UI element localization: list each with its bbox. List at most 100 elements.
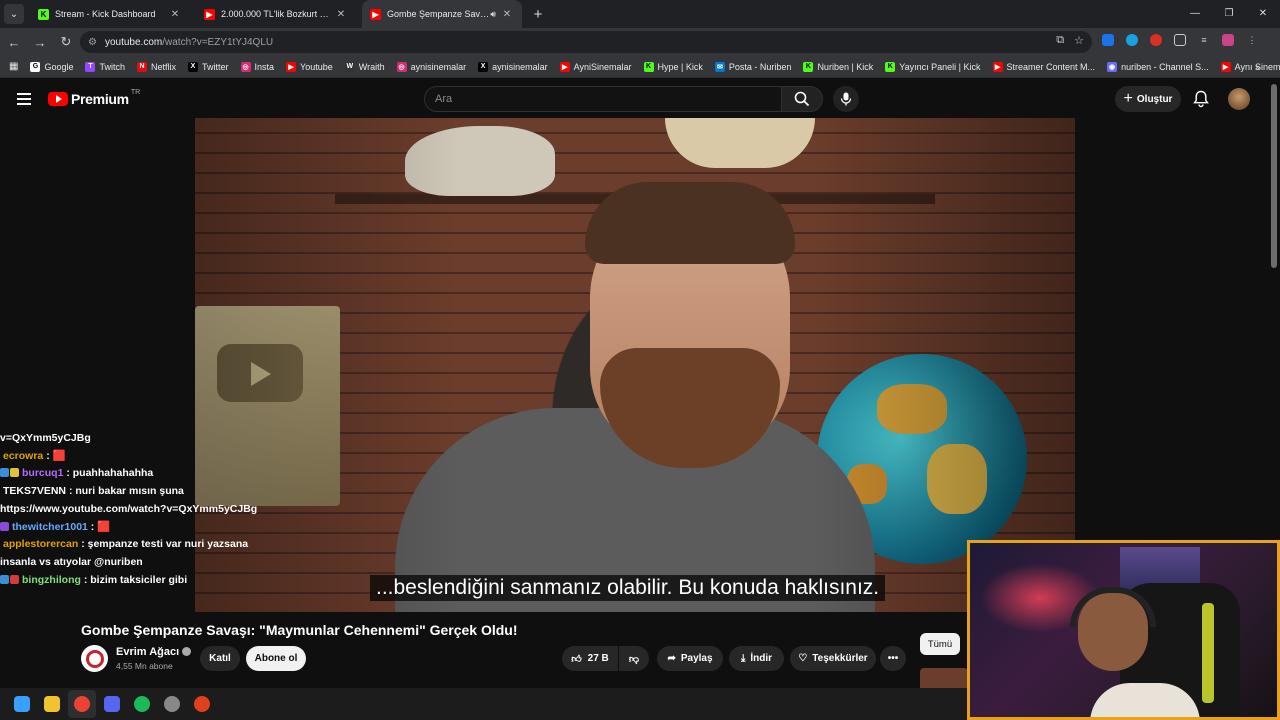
bookmark-item[interactable]: ◎ Insta [240, 61, 274, 72]
app-red-taskbar-icon[interactable] [188, 690, 216, 718]
bookmark-item[interactable]: T Twitch [85, 61, 125, 72]
voice-search-button[interactable] [833, 86, 859, 112]
back-button[interactable]: ← [2, 35, 26, 50]
bookmark-item[interactable]: X Twitter [188, 61, 229, 72]
bookmark-item[interactable]: N Netflix [137, 61, 176, 72]
bookmark-item[interactable]: ◎ aynisinemalar [396, 61, 467, 72]
bookmark-star-icon[interactable]: ☆ [1074, 34, 1084, 47]
like-button[interactable]: 👍︎ 27 B [562, 646, 618, 671]
discord-taskbar-icon[interactable] [98, 690, 126, 718]
bookmark-item[interactable]: ✉ Posta - Nuriben [714, 61, 791, 72]
bookmark-item[interactable]: ▶ AyniSinemalar [559, 61, 632, 72]
chat-badge-icon [10, 574, 19, 584]
menu-kebab-icon[interactable]: ⋮ [1246, 34, 1258, 46]
youtube-premium-logo[interactable]: Premium TR [48, 89, 140, 107]
site-info-icon[interactable]: ⚙ [88, 37, 97, 48]
browser-tab[interactable]: ▶ Gombe Şempanze Savaşı: " 🔊︎ ✕ [362, 0, 522, 28]
minimize-button[interactable]: — [1178, 0, 1212, 28]
bookmark-item[interactable]: ◉ nuriben - Channel S... [1107, 61, 1209, 72]
notifications-button[interactable] [1193, 90, 1209, 113]
bookmark-item[interactable]: G Google [30, 61, 73, 72]
search-input[interactable]: Ara [424, 86, 782, 112]
windows-start-taskbar-icon[interactable] [8, 690, 36, 718]
page-scrollbar[interactable] [1271, 84, 1277, 268]
join-button[interactable]: Katıl [200, 646, 240, 671]
bookmark-item[interactable]: ▶Aynı Sinemalar - Ça... [1220, 61, 1280, 72]
bookmark-label: aynisinemalar [410, 61, 467, 72]
maximize-button[interactable]: ❐ [1212, 0, 1246, 28]
chat-text: https://www.youtube.com/watch?v=QxYmm5yC… [0, 502, 258, 515]
reading-list-icon[interactable]: ≡ [1198, 34, 1210, 46]
related-video-thumbnail[interactable] [920, 668, 968, 688]
tab-close-icon[interactable]: ✕ [500, 9, 514, 20]
file-explorer-taskbar-icon[interactable] [38, 690, 66, 718]
chat-message: applestorercan : şempanze testi var nuri… [0, 536, 260, 554]
bookmark-item[interactable]: K Hype | Kick [643, 61, 703, 72]
bookmark-item[interactable]: W Wraith [344, 61, 385, 72]
bookmark-favicon: ▶ [1220, 61, 1231, 72]
bookmark-favicon: ◉ [1107, 61, 1118, 72]
video-player[interactable] [195, 118, 1075, 612]
adblock-extension-icon[interactable] [1150, 34, 1162, 46]
apps-grid-icon[interactable]: ▦ [9, 61, 18, 72]
account-avatar[interactable] [1228, 88, 1250, 110]
dislike-button[interactable]: 👎︎ [619, 646, 649, 671]
thanks-button[interactable]: ♡ Teşekkürler [790, 646, 876, 671]
browser-tab[interactable]: ▶ 2.000.000 TL'lik Bozkurt Çiftliği ✕ [196, 0, 356, 28]
puzzle-extensions-icon[interactable] [1174, 34, 1186, 46]
close-window-button[interactable]: ✕ [1246, 0, 1280, 28]
forward-button[interactable]: → [28, 35, 52, 50]
subscribe-button[interactable]: Abone ol [246, 646, 306, 671]
verified-badge-icon [182, 647, 192, 656]
share-button[interactable]: ➦ Paylaş [657, 646, 723, 671]
reload-button[interactable]: ↻ [54, 34, 78, 50]
obs-taskbar-icon[interactable] [158, 690, 186, 718]
tab-audio-icon[interactable]: 🔊︎ [490, 9, 496, 20]
channel-avatar[interactable] [81, 645, 108, 672]
filter-chip-all[interactable]: Tümü [920, 633, 960, 655]
bookmark-item[interactable]: ▶ Streamer Content M... [992, 61, 1095, 72]
guide-menu-icon[interactable] [17, 93, 31, 108]
download-button[interactable]: ⤓ İndir [729, 646, 784, 671]
share-arrow-icon: ➦ [667, 653, 676, 664]
chat-username: burcuq1 [22, 467, 64, 480]
chat-text: : bizim taksiciler gibi [83, 573, 188, 586]
thumbs-down-icon: 👎︎ [628, 653, 640, 665]
bookmark-item[interactable]: ▶ Youtube [286, 61, 333, 72]
more-actions-button[interactable]: ••• [880, 646, 906, 671]
bookmark-item[interactable]: K Yayıncı Paneli | Kick [885, 61, 981, 72]
extension-icon[interactable] [1126, 34, 1138, 46]
channel-name[interactable]: Evrim Ağacı [116, 646, 192, 658]
tab-strip: ⌄ K Stream - Kick Dashboard ✕ ▶ 2.000.000 TL… [0, 0, 1280, 28]
profile-icon[interactable] [1222, 34, 1234, 46]
search-button[interactable] [781, 86, 823, 112]
tab-close-icon[interactable]: ✕ [168, 9, 182, 20]
shield-extension-icon[interactable] [1102, 34, 1114, 46]
tab-close-icon[interactable]: ✕ [334, 9, 348, 20]
new-tab-button[interactable]: + [526, 6, 550, 23]
spotify-taskbar-icon[interactable] [128, 690, 156, 718]
url-path: /watch?v=EZY1tYJ4QLU [162, 36, 274, 48]
stream-chat-overlay: v=QxYmm5yCJBg ecrowra : 🟥 burcuq1 : puahha… [0, 430, 260, 589]
download-icon: ⤓ [740, 653, 746, 664]
bookmark-label: Youtube [300, 61, 333, 72]
tab-search-button[interactable]: ⌄ [4, 4, 24, 24]
chat-badge-icon [0, 574, 9, 584]
cast-icon[interactable]: ⧉ [1056, 34, 1064, 47]
chat-message: ecrowra : 🟥 [0, 448, 260, 466]
browser-tab[interactable]: K Stream - Kick Dashboard ✕ [30, 0, 190, 28]
address-bar[interactable]: ⚙ youtube.com/watch?v=EZY1tYJ4QLU ⧉ ☆ [80, 31, 1092, 53]
create-button[interactable]: + Oluştur [1115, 86, 1181, 112]
chrome-taskbar-icon[interactable] [68, 690, 96, 718]
thumbs-up-icon: 👍︎ [571, 653, 582, 665]
bookmarks-overflow-button[interactable]: » [1255, 62, 1260, 72]
bookmark-favicon: K [885, 61, 896, 72]
chat-username: ecrowra [3, 449, 44, 462]
bookmark-item[interactable]: K Nuriben | Kick [803, 61, 873, 72]
chat-message: TEKS7VENN : nuri bakar mısın şuna [0, 483, 260, 501]
tab-title: Stream - Kick Dashboard [55, 9, 156, 19]
chat-badge-icon [10, 468, 19, 478]
browser-toolbar: ← → ↻ ⚙ youtube.com/watch?v=EZY1tYJ4QLU … [0, 28, 1280, 56]
chat-username: TEKS7VENN [3, 485, 67, 498]
bookmark-item[interactable]: Xaynisinemalar [478, 61, 548, 72]
